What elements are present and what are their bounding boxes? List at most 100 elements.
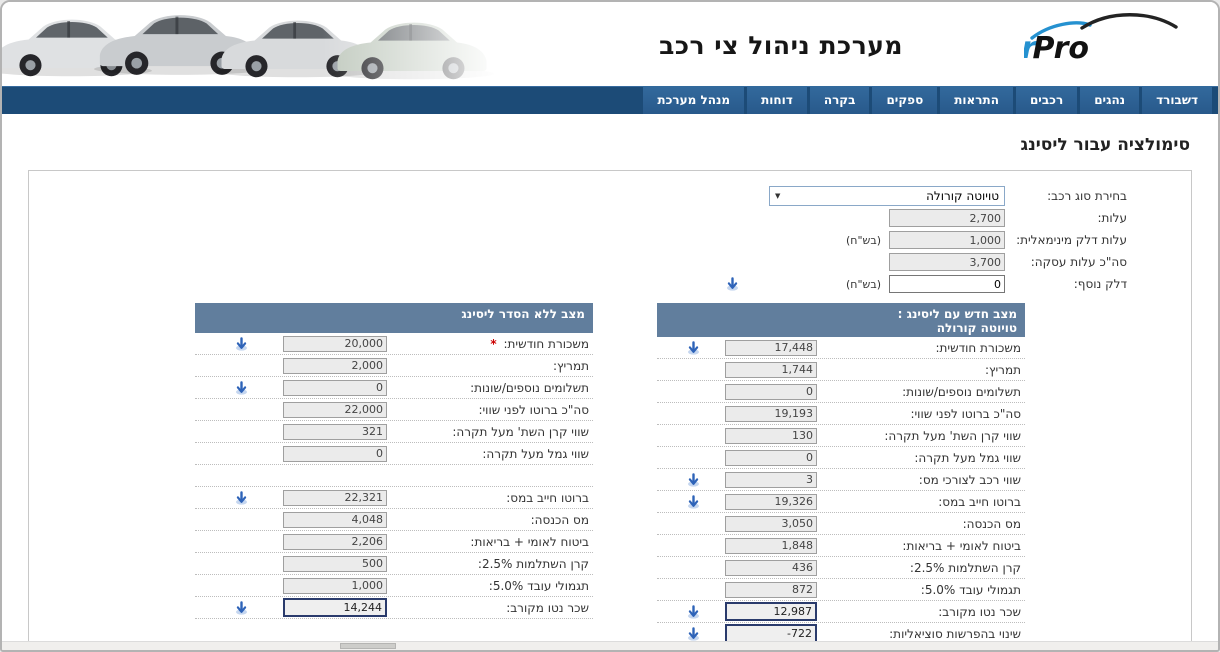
cars-banner-image bbox=[2, 2, 502, 86]
nav-tab-dashboard[interactable]: דשבורד bbox=[1142, 86, 1212, 114]
nav-tab-control[interactable]: בקרה bbox=[810, 86, 870, 114]
field-label-vehicle-type: בחירת סוג רכב: bbox=[1005, 189, 1127, 203]
vehicle-type-selected-value: טויוטה קורולה bbox=[926, 189, 999, 203]
row-input-study-fund-above-cap bbox=[725, 428, 817, 444]
app-title: מערכת ניהול צי רכב bbox=[659, 31, 903, 60]
row-input-employee-benefits-5-0 bbox=[283, 578, 387, 594]
row-label-approx-net-salary: שכר נטו מקורב: bbox=[817, 605, 1021, 619]
row-input-income-tax bbox=[283, 512, 387, 528]
field-row-total-deal-cost: סה"כ עלות עסקה: bbox=[29, 251, 1127, 273]
required-asterisk: * bbox=[490, 337, 496, 351]
tooltip-down-arrow-icon[interactable] bbox=[235, 381, 248, 395]
nav-tab-system-admin[interactable]: מנהל מערכת bbox=[643, 86, 744, 114]
tooltip-down-arrow-icon[interactable] bbox=[235, 491, 248, 505]
tooltip-down-arrow-icon[interactable] bbox=[687, 605, 700, 619]
panel-title-line1: מצב חדש עם ליסינג : bbox=[665, 307, 1017, 321]
row-input-study-fund-above-cap bbox=[283, 424, 387, 440]
row-label-approx-net-salary: שכר נטו מקורב: bbox=[387, 601, 589, 615]
field-input-extra-fuel[interactable] bbox=[889, 275, 1005, 293]
row-label-employee-benefits-5-0: תגמולי עובד 5.0%: bbox=[387, 579, 589, 593]
tooltip-down-arrow-icon[interactable] bbox=[687, 627, 700, 641]
panel-row-approx-net-salary: שכר נטו מקורב: bbox=[657, 601, 1025, 623]
row-label-national-insurance-health: ביטוח לאומי + בריאות: bbox=[817, 539, 1021, 553]
tooltip-down-arrow-icon[interactable] bbox=[687, 495, 700, 509]
app-window: מערכת ניהול צי רכב Car Pro דשבורדנהגיםרכ… bbox=[0, 0, 1220, 652]
row-input-incentive bbox=[283, 358, 387, 374]
row-label-study-fund-above-cap: שווי קרן השת' מעל תקרה: bbox=[817, 429, 1021, 443]
row-input-study-fund-2-5 bbox=[283, 556, 387, 572]
header-banner: מערכת ניהול צי רכב Car Pro bbox=[2, 2, 1218, 86]
spacer-row bbox=[195, 465, 593, 487]
page-title: סימולציה עבור ליסינג bbox=[30, 134, 1190, 156]
down-arrow-icon bbox=[235, 337, 248, 351]
comparison-panels: מצב חדש עם ליסינג : טויוטה קורולה משכורת… bbox=[29, 303, 1191, 645]
panel-row-approx-net-salary: שכר נטו מקורב: bbox=[195, 597, 593, 619]
row-label-study-fund-2-5: קרן השתלמות 2.5%: bbox=[817, 561, 1021, 575]
nav: דשבורדנהגיםרכביםהתראותספקיםבקרהדוחותמנהל… bbox=[2, 86, 1218, 114]
down-arrow-icon bbox=[687, 605, 700, 619]
row-label-incentive: תמריץ: bbox=[387, 359, 589, 373]
panel-without-leasing: מצב ללא הסדר ליסינג משכורת חודשית: * תמר… bbox=[195, 303, 593, 645]
row-input-approx-net-salary bbox=[283, 598, 387, 617]
row-input-total-gross-before-value bbox=[283, 402, 387, 418]
down-arrow-icon bbox=[235, 381, 248, 395]
main-nav: דשבורדנהגיםרכביםהתראותספקיםבקרהדוחותמנהל… bbox=[2, 86, 1218, 114]
row-label-social-contrib-change: שינוי בהפרשות סוציאליות: bbox=[817, 627, 1021, 641]
panel-row-employee-benefits-5-0: תגמולי עובד 5.0%: bbox=[657, 579, 1025, 601]
nav-tab-drivers[interactable]: נהגים bbox=[1080, 86, 1139, 114]
tooltip-down-arrow-icon[interactable] bbox=[687, 473, 700, 487]
field-label-extra-fuel: דלק נוסף: bbox=[1005, 277, 1127, 291]
tooltip-down-arrow-icon[interactable] bbox=[687, 341, 700, 355]
row-label-incentive: תמריץ: bbox=[817, 363, 1021, 377]
row-input-gemel-above-cap bbox=[725, 450, 817, 466]
panel-row-study-fund-above-cap: שווי קרן השת' מעל תקרה: bbox=[657, 425, 1025, 447]
tooltip-down-arrow-icon[interactable] bbox=[235, 337, 248, 351]
panel-row-taxable-gross: ברוטו חייב במס: bbox=[195, 487, 593, 509]
field-label-total-deal-cost: סה"כ עלות עסקה: bbox=[1005, 255, 1127, 269]
down-arrow-icon bbox=[726, 277, 739, 291]
row-label-employee-benefits-5-0: תגמולי עובד 5.0%: bbox=[817, 583, 1021, 597]
field-input-total-deal-cost bbox=[889, 253, 1005, 271]
tooltip-down-arrow-icon[interactable] bbox=[235, 601, 248, 615]
row-input-national-insurance-health bbox=[725, 538, 817, 554]
panel-header-with-leasing: מצב חדש עם ליסינג : טויוטה קורולה bbox=[657, 303, 1025, 337]
panel-header-without-leasing: מצב ללא הסדר ליסינג bbox=[195, 303, 593, 333]
row-input-additional-payments bbox=[283, 380, 387, 396]
down-arrow-icon bbox=[687, 341, 700, 355]
row-label-monthly-salary: משכורת חודשית: bbox=[817, 341, 1021, 355]
panel-row-monthly-salary: משכורת חודשית: * bbox=[195, 333, 593, 355]
row-input-incentive bbox=[725, 362, 817, 378]
down-arrow-icon bbox=[235, 491, 248, 505]
panel-row-total-gross-before-value: סה"כ ברוטו לפני שווי: bbox=[657, 403, 1025, 425]
row-input-monthly-salary bbox=[725, 340, 817, 356]
panel-row-total-gross-before-value: סה"כ ברוטו לפני שווי: bbox=[195, 399, 593, 421]
chevron-down-icon: ▼ bbox=[775, 192, 780, 200]
field-input-min-fuel-cost bbox=[889, 231, 1005, 249]
row-input-car-tax-value bbox=[725, 472, 817, 488]
panel-row-incentive: תמריץ: bbox=[195, 355, 593, 377]
nav-tab-alerts[interactable]: התראות bbox=[940, 86, 1013, 114]
row-input-additional-payments bbox=[725, 384, 817, 400]
row-input-approx-net-salary bbox=[725, 602, 817, 621]
carpro-logo-graphic: Car Pro bbox=[1024, 8, 1184, 70]
panel-row-gemel-above-cap: שווי גמל מעל תקרה: bbox=[195, 443, 593, 465]
row-label-income-tax: מס הכנסה: bbox=[817, 517, 1021, 531]
nav-tab-vehicles[interactable]: רכבים bbox=[1016, 86, 1077, 114]
nav-tab-suppliers[interactable]: ספקים bbox=[872, 86, 937, 114]
horizontal-scrollbar[interactable] bbox=[2, 641, 1218, 650]
row-input-income-tax bbox=[725, 516, 817, 532]
row-input-taxable-gross bbox=[283, 490, 387, 506]
field-label-min-fuel-cost: עלות דלק מינימאלית: bbox=[1005, 233, 1127, 247]
scrollbar-thumb[interactable] bbox=[340, 643, 396, 649]
simulation-form: בחירת סוג רכב: טויוטה קורולה ▼ עלות:עלות… bbox=[28, 170, 1192, 652]
tooltip-down-arrow-icon[interactable] bbox=[726, 277, 739, 291]
row-label-income-tax: מס הכנסה: bbox=[387, 513, 589, 527]
logo-text-pro: Pro bbox=[1033, 31, 1089, 66]
row-label-additional-payments: תשלומים נוספים/שונות: bbox=[817, 385, 1021, 399]
row-label-gemel-above-cap: שווי גמל מעל תקרה: bbox=[817, 451, 1021, 465]
panel-row-monthly-salary: משכורת חודשית: bbox=[657, 337, 1025, 359]
vehicle-type-select[interactable]: טויוטה קורולה ▼ bbox=[769, 186, 1005, 206]
panel-row-additional-payments: תשלומים נוספים/שונות: bbox=[195, 377, 593, 399]
row-input-national-insurance-health bbox=[283, 534, 387, 550]
nav-tab-reports[interactable]: דוחות bbox=[747, 86, 807, 114]
